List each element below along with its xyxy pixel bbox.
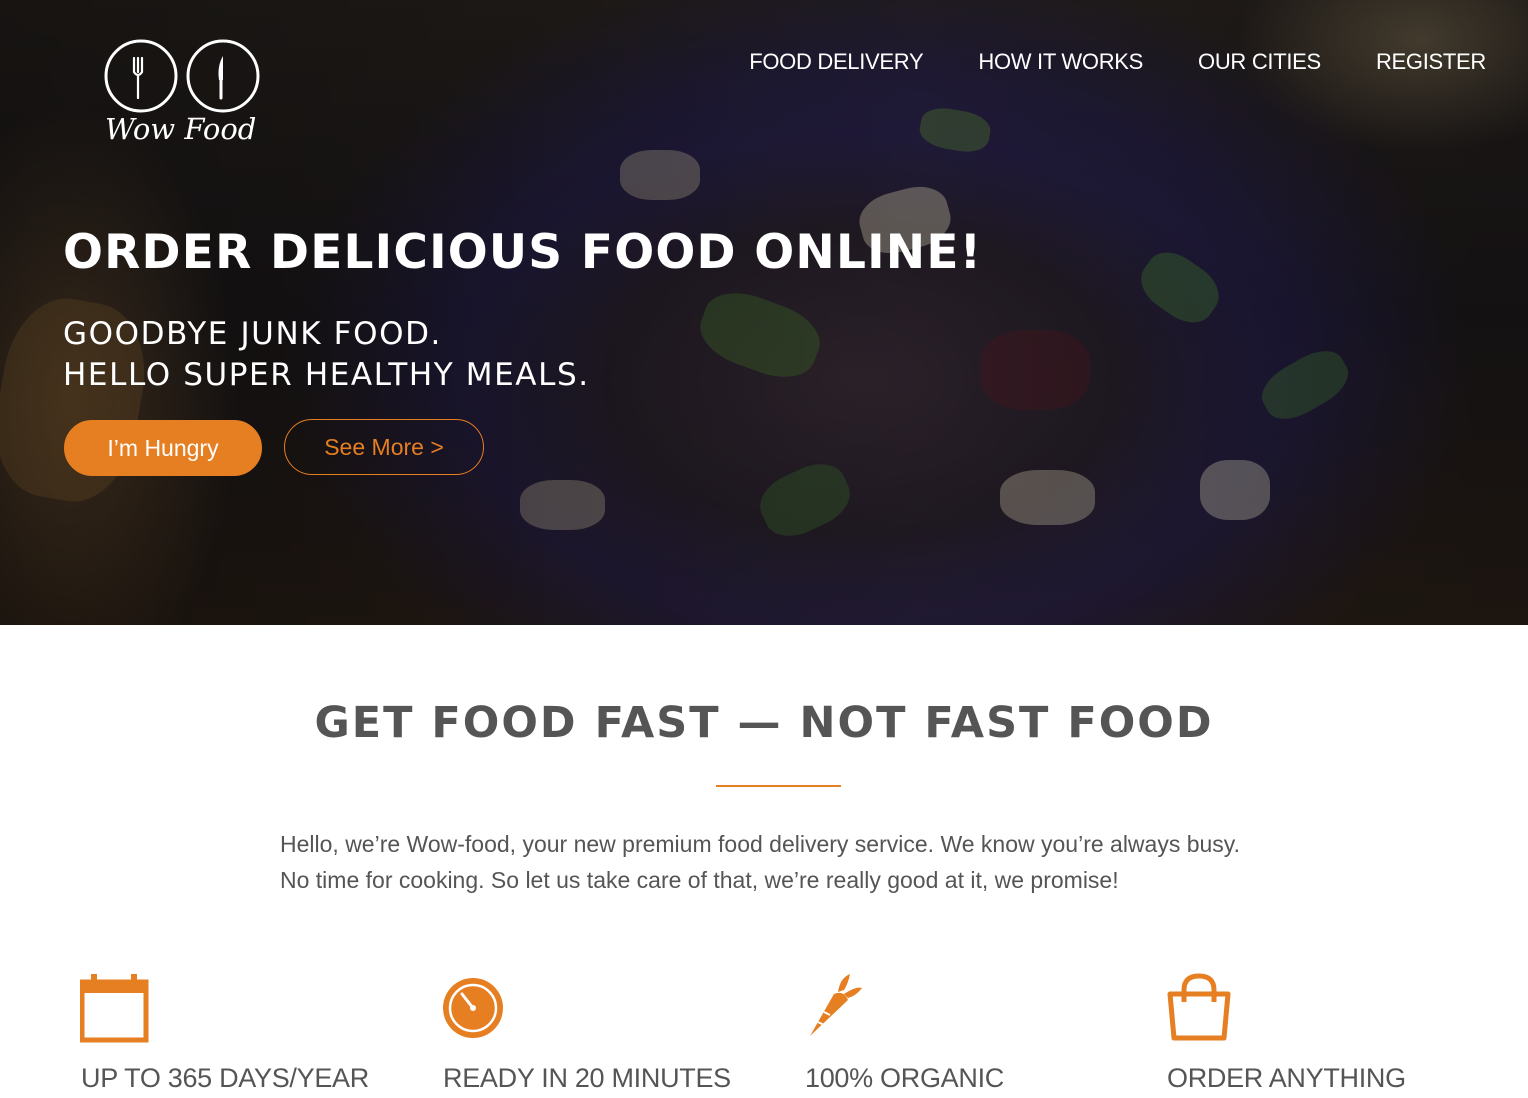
nav-food-delivery[interactable]: FOOD DELIVERY	[749, 47, 923, 77]
feature-label: UP TO 365 DAYS/YEAR	[81, 1063, 369, 1093]
nav-how-it-works[interactable]: HOW IT WORKS	[978, 47, 1143, 77]
nav-register[interactable]: REGISTER	[1376, 47, 1486, 77]
feature-time: READY IN 20 MINUTES	[442, 972, 772, 1098]
im-hungry-button[interactable]: I’m Hungry	[64, 420, 262, 476]
hero-subtitle-line-2: HELLO SUPER HEALTHY MEALS.	[63, 357, 590, 393]
see-more-button[interactable]: See More >	[284, 419, 484, 475]
feature-days: UP TO 365 DAYS/YEAR	[80, 972, 410, 1098]
feature-label: READY IN 20 MINUTES	[443, 1063, 731, 1093]
section-divider	[716, 785, 841, 787]
feature-order: ORDER ANYTHING	[1166, 972, 1496, 1098]
hero-subtitle-line-1: GOODBYE JUNK FOOD.	[63, 316, 443, 352]
calendar-icon	[80, 974, 149, 1043]
section-title: GET FOOD FAST — NOT FAST FOOD	[314, 698, 1214, 748]
stopwatch-icon	[443, 978, 503, 1038]
logo[interactable]: Wow Food	[103, 38, 263, 150]
logo-mark	[104, 39, 260, 113]
logo-wordmark: Wow Food	[105, 112, 257, 146]
nav-our-cities[interactable]: OUR CITIES	[1198, 47, 1321, 77]
hero-title: ORDER DELICIOUS FOOD ONLINE!	[63, 225, 983, 280]
knife-icon	[218, 56, 223, 100]
hero-subtitle: GOODBYE JUNK FOOD. HELLO SUPER HEALTHY M…	[63, 314, 590, 396]
main-nav: FOOD DELIVERY HOW IT WORKS OUR CITIES RE…	[694, 47, 1486, 77]
shopping-bag-icon	[1167, 973, 1231, 1041]
section-intro: Hello, we’re Wow-food, your new premium …	[280, 831, 1240, 893]
feature-label: 100% ORGANIC	[805, 1063, 1004, 1093]
feature-organic: 100% ORGANIC	[804, 972, 1134, 1098]
feature-label: ORDER ANYTHING	[1167, 1063, 1406, 1093]
fork-icon	[132, 56, 144, 100]
carrot-icon	[810, 974, 862, 1036]
hero-header: Wow Food FOOD DELIVERY HOW IT WORKS OUR …	[0, 0, 1528, 625]
